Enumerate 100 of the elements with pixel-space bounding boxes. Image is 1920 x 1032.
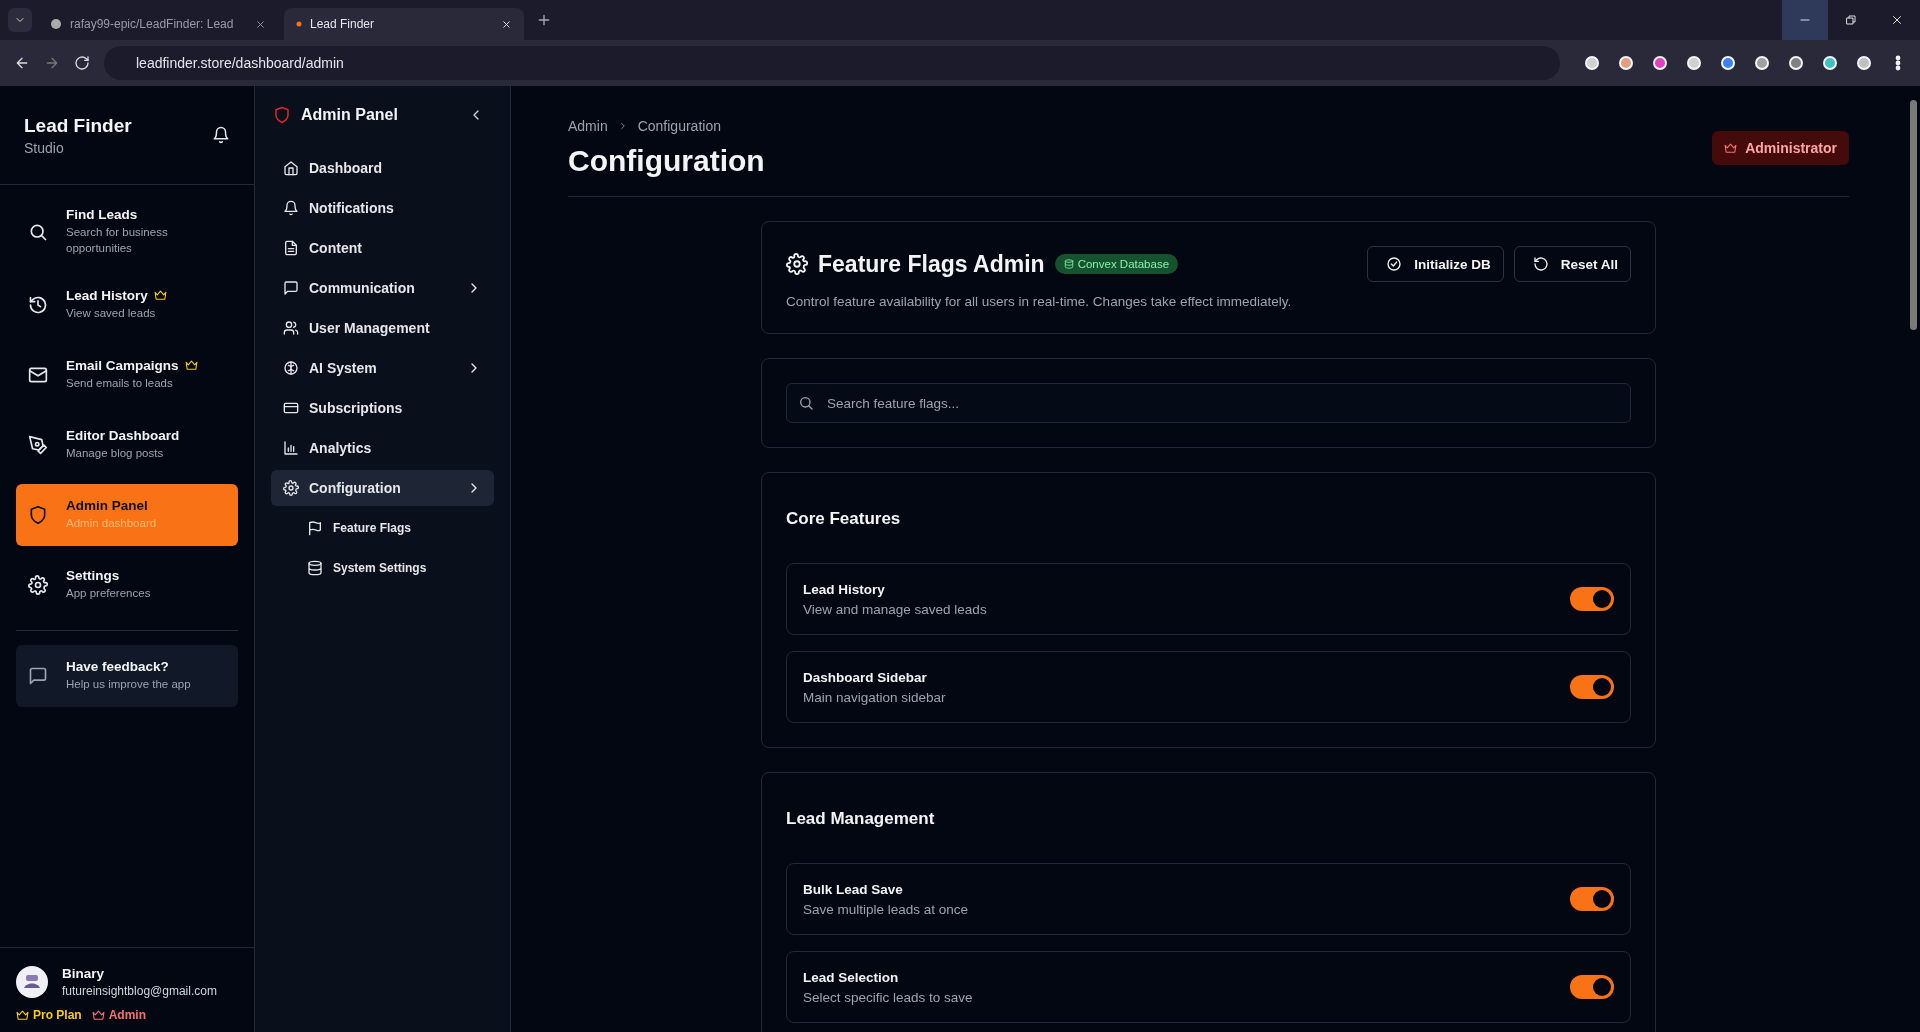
document-icon (283, 240, 299, 256)
close-icon[interactable] (255, 18, 266, 30)
extension-icon[interactable] (1720, 55, 1736, 71)
feedback-title: Have feedback? (66, 659, 170, 675)
admin-subnav-item[interactable]: System Settings (271, 550, 494, 586)
admin-nav-item[interactable]: Notifications (271, 190, 494, 226)
database-icon (307, 560, 323, 576)
pen-icon (28, 435, 48, 456)
nav-item-title: Settings (66, 568, 120, 584)
extension-icon[interactable] (1686, 55, 1702, 71)
breadcrumb-link[interactable]: Configuration (637, 118, 721, 134)
admin-nav-item[interactable]: Subscriptions (271, 390, 494, 426)
forward-icon[interactable] (44, 55, 60, 71)
nav-item-subtitle: View saved leads (66, 306, 157, 322)
home-icon (283, 160, 299, 176)
settings-icon (28, 575, 48, 596)
close-icon[interactable] (501, 18, 512, 30)
toggle-switch[interactable] (1570, 975, 1614, 999)
admin-nav-item[interactable]: Communication (271, 270, 494, 306)
card-description: Control feature availability for all users in real-time. Changes take effect immediately. (786, 294, 1293, 309)
role-label: Admin (108, 1008, 147, 1022)
admin-subnav-label: Feature Flags (333, 521, 412, 535)
nav-item[interactable]: Lead History View saved leads (16, 274, 238, 337)
extension-icon[interactable] (1652, 55, 1668, 71)
flag-description: Save multiple leads at once (803, 901, 969, 917)
flag-name: Bulk Lead Save (803, 881, 904, 897)
bell-icon[interactable] (212, 126, 230, 144)
nav-item-subtitle: Search for business opportunities (66, 225, 169, 256)
nav-item-subtitle: Admin dashboard (66, 516, 157, 532)
admin-nav-label: Content (309, 240, 362, 256)
admin-nav-item[interactable]: Analytics (271, 430, 494, 466)
feedback-card[interactable]: Have feedback? Help us improve the app (16, 645, 238, 707)
nav-item-subtitle: App preferences (66, 586, 151, 602)
nav-item[interactable]: Email Campaigns Send emails to leads (16, 344, 238, 407)
nav-item-title: Find Leads (66, 207, 138, 222)
chat-icon (283, 280, 299, 296)
admin-nav-label: AI System (309, 360, 377, 376)
brain-icon (283, 360, 299, 376)
flag-name: Lead Selection (803, 969, 900, 985)
back-icon[interactable] (14, 55, 30, 71)
extension-icon[interactable] (1618, 55, 1634, 71)
close-icon (1891, 14, 1903, 26)
section-title: Lead Management (786, 809, 936, 829)
initialize-button[interactable]: Initialize DB (1367, 246, 1504, 282)
reset-icon (1532, 256, 1549, 272)
extension-icon[interactable] (1584, 55, 1600, 71)
reload-icon[interactable] (74, 55, 90, 71)
chat-icon (28, 665, 48, 686)
admin-nav-label: User Management (309, 320, 430, 336)
shield-icon (273, 106, 291, 124)
toggle-switch[interactable] (1570, 675, 1614, 699)
app-subtitle: Studio (24, 139, 65, 156)
mail-icon (28, 365, 48, 386)
extension-icon[interactable] (1856, 55, 1872, 71)
nav-item[interactable]: Admin Panel Admin dashboard (16, 484, 238, 547)
flag-description: Main navigation sidebar (803, 689, 946, 705)
browser-tab[interactable]: rafay99-epic/LeadFinder: Lead (38, 8, 278, 40)
browser-tab[interactable]: Lead Finder (284, 8, 524, 40)
extension-icon[interactable] (1822, 55, 1838, 71)
admin-nav-label: Dashboard (309, 160, 383, 176)
admin-nav-item[interactable]: User Management (271, 310, 494, 346)
flag-description: Select specific leads to save (803, 989, 973, 1005)
admin-subnav-item[interactable]: Feature Flags (271, 510, 494, 546)
panel-title: Admin Panel (301, 106, 398, 124)
plus-icon[interactable] (536, 12, 552, 28)
user-name: Binary (62, 966, 106, 981)
reset-button[interactable]: Reset All (1513, 246, 1631, 282)
nav-item-title: Editor Dashboard (66, 428, 180, 444)
admin-nav-item[interactable]: Dashboard (271, 150, 494, 186)
toggle-switch[interactable] (1570, 887, 1614, 911)
admin-nav-item[interactable]: AI System (271, 350, 494, 386)
favicon-icon (50, 18, 62, 30)
settings-icon (786, 253, 808, 275)
history-icon (28, 295, 48, 316)
breadcrumb-link[interactable]: Admin (568, 118, 608, 134)
section-title: Core Features (786, 509, 902, 529)
flag-description: View and manage saved leads (803, 601, 987, 617)
plan-label: Pro Plan (33, 1008, 82, 1022)
admin-subnav-label: System Settings (333, 561, 427, 575)
chart-icon (283, 440, 299, 456)
avatar[interactable] (16, 966, 48, 998)
nav-item-title: Lead History (66, 288, 148, 304)
flag-name: Dashboard Sidebar (803, 669, 928, 685)
nav-item[interactable]: Editor Dashboard Manage blog posts (16, 414, 238, 477)
check-circle-icon (1386, 256, 1403, 272)
restore-icon (1845, 14, 1857, 26)
extension-icon[interactable] (1788, 55, 1804, 71)
nav-item[interactable]: Settings App preferences (16, 554, 238, 617)
admin-nav-item[interactable]: Content (271, 230, 494, 266)
app-title: Lead Finder (24, 114, 132, 137)
search-field[interactable]: Search feature flags... (786, 383, 1631, 423)
nav-item-subtitle: Send emails to leads (66, 376, 174, 392)
address-bar[interactable]: leadfinder.store/dashboard/admin (104, 46, 1560, 80)
nav-item[interactable]: Find Leads Search for business opportunities (16, 197, 238, 267)
admin-nav-label: Analytics (309, 440, 372, 456)
toggle-switch[interactable] (1570, 587, 1614, 611)
admin-nav-item[interactable]: Configuration (271, 470, 494, 506)
tab-list-button[interactable] (8, 8, 32, 32)
search-icon (798, 395, 814, 411)
extension-icon[interactable] (1754, 55, 1770, 71)
